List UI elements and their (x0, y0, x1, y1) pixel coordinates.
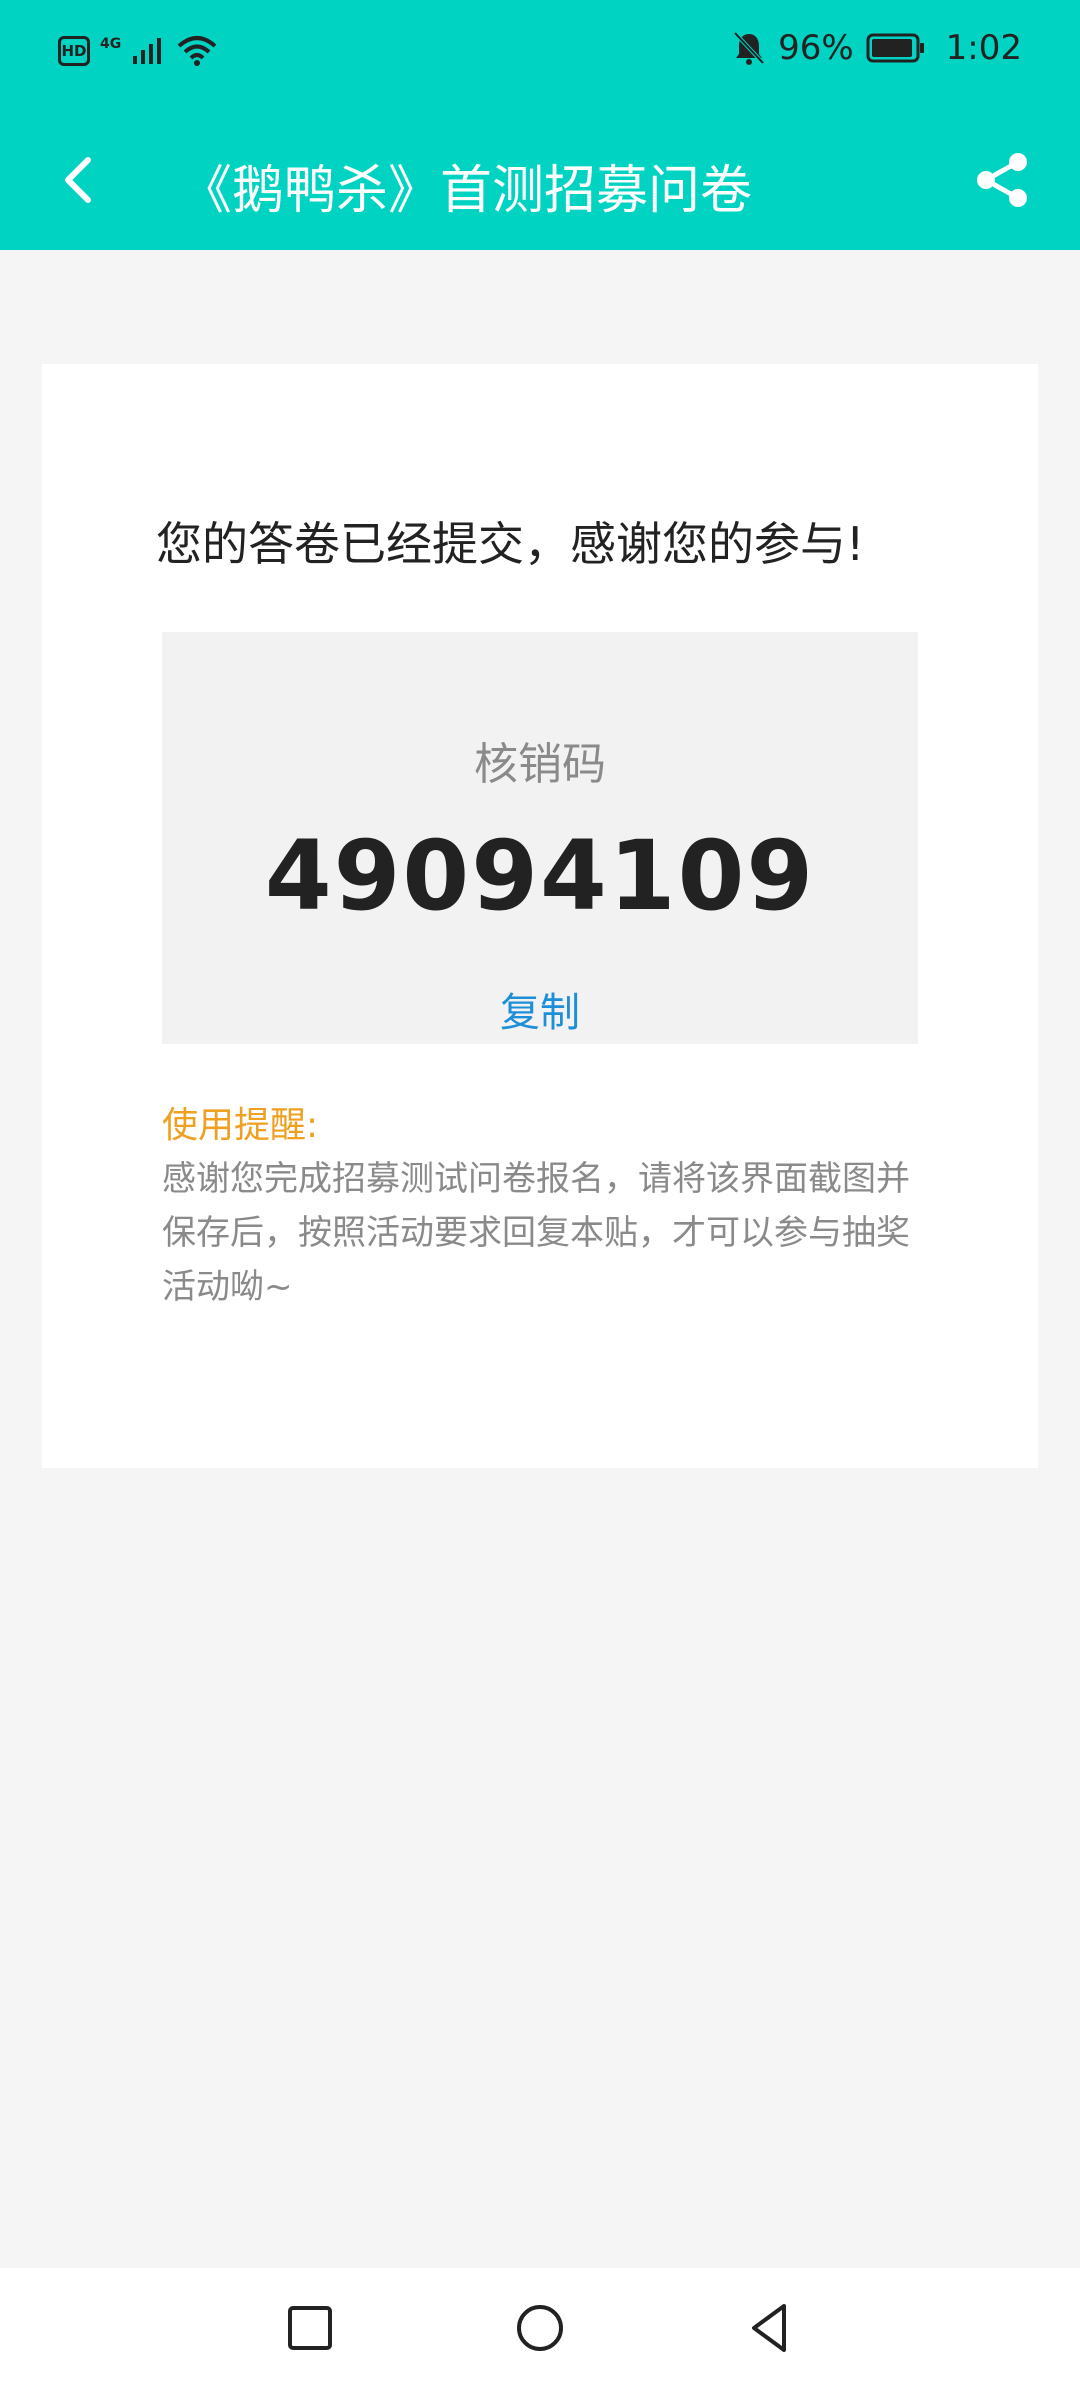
wifi-icon (177, 36, 217, 66)
network-type-label: 4G (100, 36, 122, 52)
app-bar: 《鹅鸭杀》首测招募问卷 (0, 110, 1080, 250)
status-left: HD 4G (58, 34, 219, 68)
verification-code-box: 核销码 49094109 复制 (162, 632, 918, 1044)
battery-icon (866, 33, 924, 63)
status-right: 96% 1:02 (732, 28, 1022, 68)
reminder-title: 使用提醒: (162, 1105, 319, 1146)
clock-time: 1:02 (945, 28, 1022, 68)
reminder-text: 感谢您完成招募测试问卷报名，请将该界面截图并保存后，按照活动要求回复本贴，才可以… (162, 1159, 910, 1307)
code-value: 49094109 (264, 820, 816, 932)
signal-icon (133, 38, 162, 64)
page-title: 《鹅鸭杀》首测招募问卷 (180, 161, 753, 221)
battery-percent: 96% (778, 28, 854, 68)
bell-muted-icon (733, 31, 765, 65)
system-nav-bar (0, 2268, 1080, 2388)
triangle-back-icon[interactable] (740, 2298, 800, 2358)
status-bar: HD 4G 96% 1:02 (0, 0, 1080, 110)
circle-home-icon[interactable] (510, 2298, 570, 2358)
chevron-left-icon[interactable] (52, 152, 108, 208)
share-icon[interactable] (972, 150, 1032, 210)
submitted-message: 您的答卷已经提交，感谢您的参与! (156, 517, 865, 571)
copy-button[interactable]: 复制 (162, 980, 918, 1038)
code-label: 核销码 (474, 739, 606, 790)
result-card: 您的答卷已经提交，感谢您的参与! 核销码 49094109 复制 使用提醒: 感… (42, 364, 1038, 1468)
square-icon[interactable] (280, 2298, 340, 2358)
hd-icon: HD (58, 36, 90, 66)
